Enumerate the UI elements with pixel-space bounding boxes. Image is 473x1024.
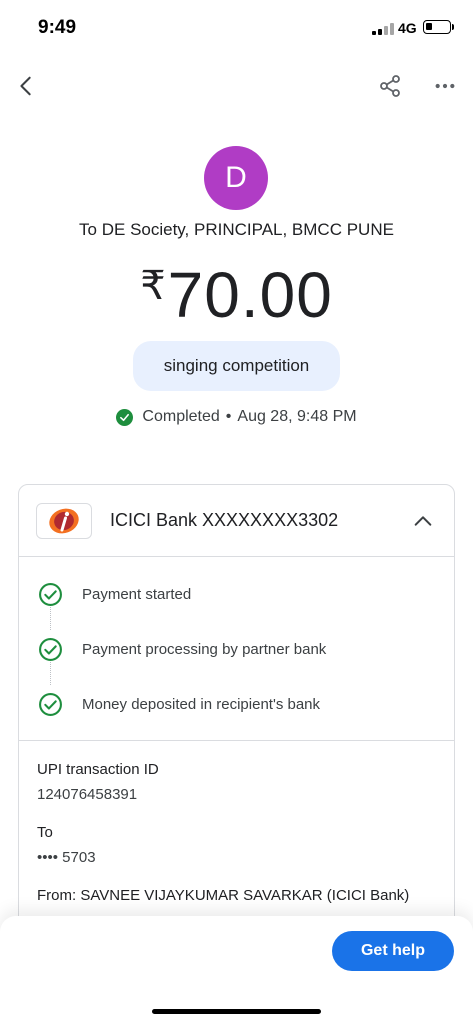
- step-item: Payment started: [19, 580, 454, 610]
- more-button[interactable]: [425, 66, 465, 106]
- payment-note: singing competition: [133, 341, 340, 391]
- share-button[interactable]: [370, 66, 410, 106]
- payment-status: Completed • Aug 28, 9:48 PM: [0, 408, 473, 426]
- battery-tip: [452, 24, 454, 30]
- from-label: From: SAVNEE VIJAYKUMAR SAVARKAR (ICICI …: [37, 887, 410, 904]
- collapse-button[interactable]: [405, 503, 441, 539]
- currency-symbol: ₹: [140, 264, 166, 308]
- transaction-card: ICICI Bank XXXXXXXX3302 Payment started …: [18, 484, 455, 944]
- step-item: Payment processing by partner bank: [19, 635, 454, 665]
- bottom-action-bar: Get help: [0, 916, 473, 1024]
- check-circle-outline-icon: [39, 638, 62, 661]
- status-datetime: Aug 28, 9:48 PM: [237, 408, 357, 425]
- upi-id-value[interactable]: 124076458391: [37, 786, 137, 803]
- icici-logo-icon: [36, 503, 92, 539]
- status-bar: 9:49 4G: [0, 0, 473, 56]
- to-label: To: [37, 824, 53, 841]
- step-item: Money deposited in recipient's bank: [19, 690, 454, 720]
- step-label: Money deposited in recipient's bank: [82, 696, 321, 713]
- bank-row[interactable]: ICICI Bank XXXXXXXX3302: [19, 485, 454, 557]
- step-label: Payment processing by partner bank: [82, 641, 327, 658]
- status-text: Completed: [142, 408, 220, 425]
- check-circle-outline-icon: [39, 583, 62, 606]
- check-circle-icon: [116, 408, 134, 426]
- payment-steps: Payment started Payment processing by pa…: [19, 558, 454, 741]
- home-indicator: [152, 1009, 321, 1014]
- upi-id-label: UPI transaction ID: [37, 761, 159, 778]
- avatar: D: [204, 146, 268, 210]
- status-separator: •: [225, 408, 232, 425]
- bank-account-name: ICICI Bank XXXXXXXX3302: [110, 510, 339, 530]
- chevron-up-icon: [414, 516, 432, 526]
- check-circle-outline-icon: [39, 693, 62, 716]
- recipient-name: To DE Society, PRINCIPAL, BMCC PUNE: [79, 220, 394, 239]
- payment-amount: ₹70.00: [0, 258, 473, 332]
- back-button[interactable]: [6, 66, 46, 106]
- top-bar: [0, 64, 473, 112]
- network-type: 4G: [398, 20, 417, 36]
- step-label: Payment started: [82, 586, 192, 603]
- step-connector: [50, 662, 51, 685]
- battery-icon: [423, 20, 451, 34]
- get-help-button[interactable]: Get help: [332, 931, 454, 971]
- to-account-value: •••• 5703: [37, 849, 96, 866]
- more-horizontal-icon: [435, 83, 455, 89]
- chevron-left-icon: [20, 76, 31, 96]
- amount-value: 70.00: [167, 259, 333, 331]
- signal-icon: [372, 23, 394, 35]
- share-icon: [380, 75, 400, 97]
- status-time: 9:49: [38, 17, 77, 38]
- step-connector: [50, 607, 51, 630]
